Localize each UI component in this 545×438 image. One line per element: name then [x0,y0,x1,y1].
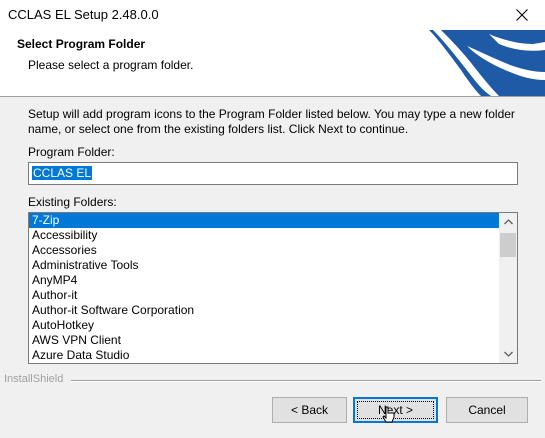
list-item[interactable]: Azure Data Studio [29,348,499,363]
installshield-brand: InstallShield [4,373,64,385]
footer-divider [71,380,541,382]
scroll-up-arrow-icon [503,219,513,225]
installer-logo [429,30,545,96]
window-title: CCLAS EL Setup 2.48.0.0 [8,7,159,22]
mouse-cursor-icon [382,406,395,423]
back-button[interactable]: < Back [272,397,347,423]
list-item[interactable]: AWS VPN Client [29,333,499,348]
list-item[interactable]: Accessories [29,243,499,258]
list-item[interactable]: AnyMP4 [29,273,499,288]
wizard-header: Select Program Folder Please select a pr… [0,30,545,97]
existing-folders-label: Existing Folders: [28,195,117,209]
list-item[interactable]: Author-it [29,288,499,303]
program-folder-label: Program Folder: [28,145,115,159]
list-item[interactable]: Administrative Tools [29,258,499,273]
page-title: Select Program Folder [17,37,146,51]
instructions-text: Setup will add program icons to the Prog… [28,107,515,136]
close-icon [516,9,528,21]
list-item[interactable]: 7-Zip [29,213,499,228]
close-button[interactable] [499,0,545,30]
list-item[interactable]: Author-it Software Corporation [29,303,499,318]
list-item[interactable]: AutoHotkey [29,318,499,333]
folder-list-items: 7-Zip Accessibility Accessories Administrat… [29,213,499,363]
scroll-down-button[interactable] [499,345,517,363]
scroll-down-arrow-icon [503,351,513,357]
page-subtitle: Please select a program folder. [28,58,194,72]
list-item[interactable]: Accessibility [29,228,499,243]
program-folder-input[interactable]: CCLAS EL [28,162,518,185]
title-bar: CCLAS EL Setup 2.48.0.0 [0,0,545,30]
vertical-scrollbar[interactable] [499,213,517,363]
cancel-button[interactable]: Cancel [446,397,528,423]
scrollbar-thumb[interactable] [500,233,516,257]
existing-folders-list[interactable]: 7-Zip Accessibility Accessories Administrat… [28,212,518,364]
program-folder-value: CCLAS EL [32,166,93,180]
scroll-up-button[interactable] [499,213,517,231]
